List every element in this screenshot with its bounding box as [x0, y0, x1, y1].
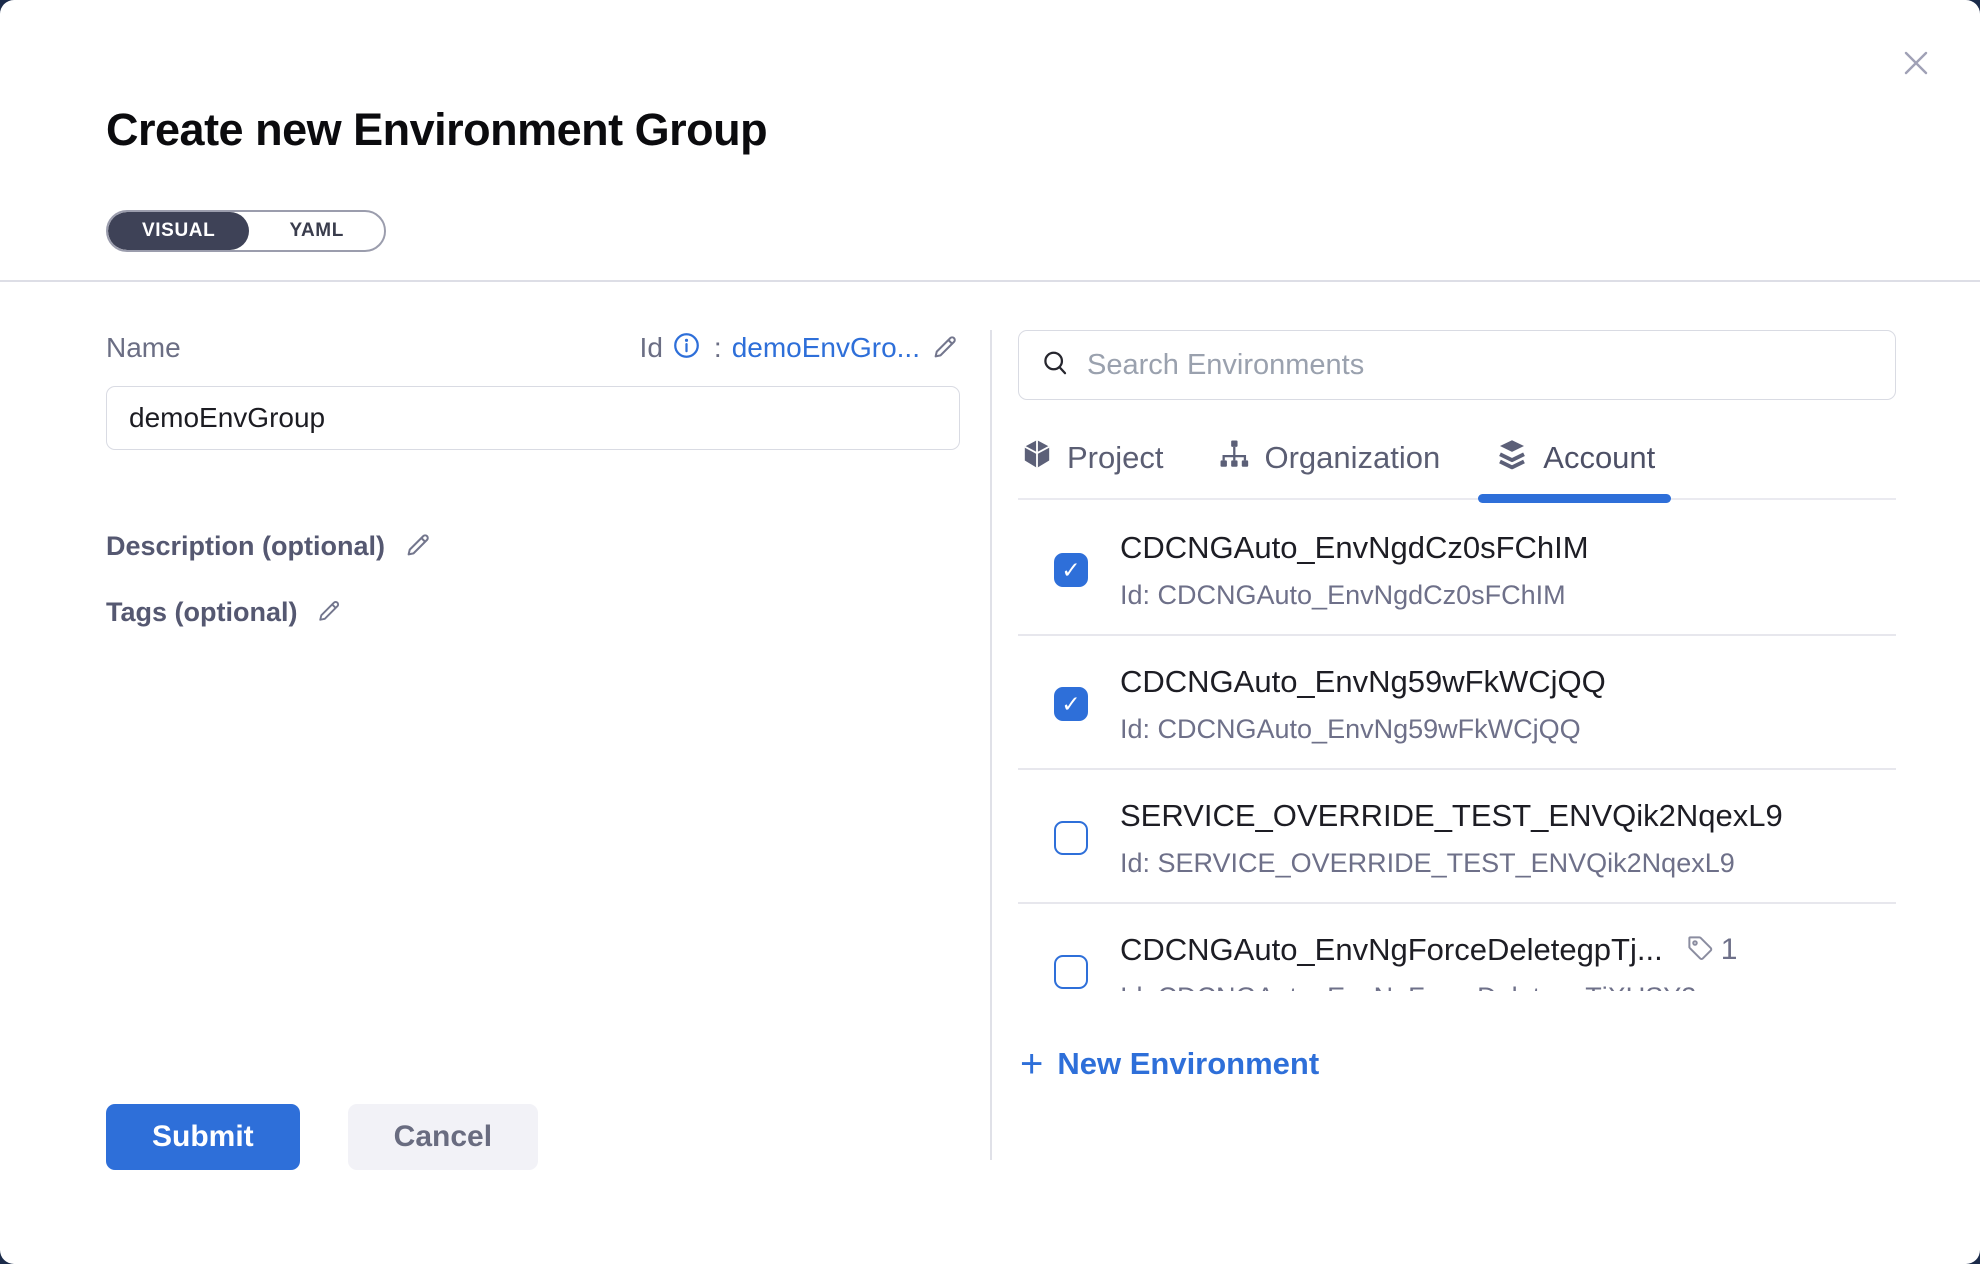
id-cluster: Id : demoEnvGro...	[640, 332, 960, 365]
environment-id: Id: SERVICE_OVERRIDE_TEST_ENVQik2NqexL9	[1120, 846, 1783, 880]
edit-description-button[interactable]	[403, 530, 433, 563]
toggle-visual[interactable]: VISUAL	[108, 212, 249, 250]
tag-count: 1	[1721, 933, 1738, 967]
tag-badge: 1	[1685, 933, 1738, 968]
close-icon	[1898, 45, 1934, 84]
search-box	[1018, 330, 1896, 400]
environment-list: CDCNGAuto_EnvNgdCz0sFChIM Id: CDCNGAuto_…	[1018, 500, 1896, 991]
edit-tags-button[interactable]	[315, 597, 343, 628]
environment-checkbox[interactable]	[1054, 553, 1088, 587]
environment-name: CDCNGAuto_EnvNgForceDeletegpTj...	[1120, 930, 1663, 970]
environment-row: CDCNGAuto_EnvNg59wFkWCjQQ Id: CDCNGAuto_…	[1018, 636, 1896, 770]
tab-project[interactable]: Project	[1018, 436, 1165, 498]
close-button[interactable]	[1896, 44, 1936, 84]
environment-checkbox[interactable]	[1054, 821, 1088, 855]
environment-name: CDCNGAuto_EnvNgdCz0sFChIM	[1120, 528, 1589, 568]
edit-id-button[interactable]	[930, 332, 960, 365]
scope-tabs: Project Organization Account	[1018, 436, 1896, 500]
layers-icon	[1494, 436, 1530, 480]
id-colon: :	[714, 332, 722, 364]
environment-checkbox[interactable]	[1054, 955, 1088, 989]
tag-icon	[1685, 933, 1715, 968]
vertical-divider	[990, 330, 992, 1160]
environment-id: Id: CDCNGAuto_EnvNgdCz0sFChIM	[1120, 578, 1589, 612]
search-input[interactable]	[1087, 349, 1875, 382]
environment-name: SERVICE_OVERRIDE_TEST_ENVQik2NqexL9	[1120, 796, 1783, 836]
tab-account-label: Account	[1543, 440, 1655, 476]
form-pane: Name Id : demoEnvGro...	[0, 282, 960, 1264]
create-environment-group-modal: Create new Environment Group VISUAL YAML…	[0, 0, 1980, 1264]
environment-row: CDCNGAuto_EnvNgdCz0sFChIM Id: CDCNGAuto_…	[1018, 500, 1896, 636]
submit-button[interactable]: Submit	[106, 1104, 300, 1170]
org-chart-icon	[1217, 437, 1251, 479]
environment-picker-pane: Project Organization Account	[960, 282, 1980, 1264]
new-environment-label: New Environment	[1057, 1046, 1319, 1082]
environment-row: SERVICE_OVERRIDE_TEST_ENVQik2NqexL9 Id: …	[1018, 770, 1896, 904]
cancel-button[interactable]: Cancel	[348, 1104, 538, 1170]
environment-name: CDCNGAuto_EnvNg59wFkWCjQQ	[1120, 662, 1606, 702]
environment-id: Id: CDCNGAuto_EnvNg59wFkWCjQQ	[1120, 712, 1606, 746]
edit-pencil-icon	[403, 530, 433, 563]
environment-checkbox[interactable]	[1054, 687, 1088, 721]
search-icon	[1039, 347, 1071, 384]
tab-organization[interactable]: Organization	[1215, 436, 1442, 498]
tab-organization-label: Organization	[1264, 440, 1440, 476]
environment-row: CDCNGAuto_EnvNgForceDeletegpTj... 1 Id: …	[1018, 904, 1896, 991]
environment-id: Id: CDCNGAuto_EnvNgForceDeletegpTjXUSY3	[1120, 980, 1737, 991]
page-title: Create new Environment Group	[106, 104, 1980, 156]
description-label: Description (optional)	[106, 531, 385, 562]
tab-project-label: Project	[1067, 440, 1163, 476]
info-icon[interactable]	[673, 332, 700, 364]
toggle-yaml[interactable]: YAML	[249, 212, 384, 250]
id-label: Id	[640, 332, 663, 364]
edit-pencil-icon	[930, 332, 960, 365]
name-input[interactable]	[106, 386, 960, 450]
id-value-link[interactable]: demoEnvGro...	[732, 332, 920, 364]
edit-pencil-icon	[315, 597, 343, 628]
cube-icon	[1020, 437, 1054, 479]
tags-label: Tags (optional)	[106, 597, 297, 628]
name-label: Name	[106, 332, 181, 364]
plus-icon: +	[1020, 1049, 1043, 1079]
tab-account[interactable]: Account	[1492, 436, 1657, 498]
new-environment-button[interactable]: + New Environment	[1018, 1046, 1319, 1082]
visual-yaml-toggle: VISUAL YAML	[106, 210, 386, 252]
